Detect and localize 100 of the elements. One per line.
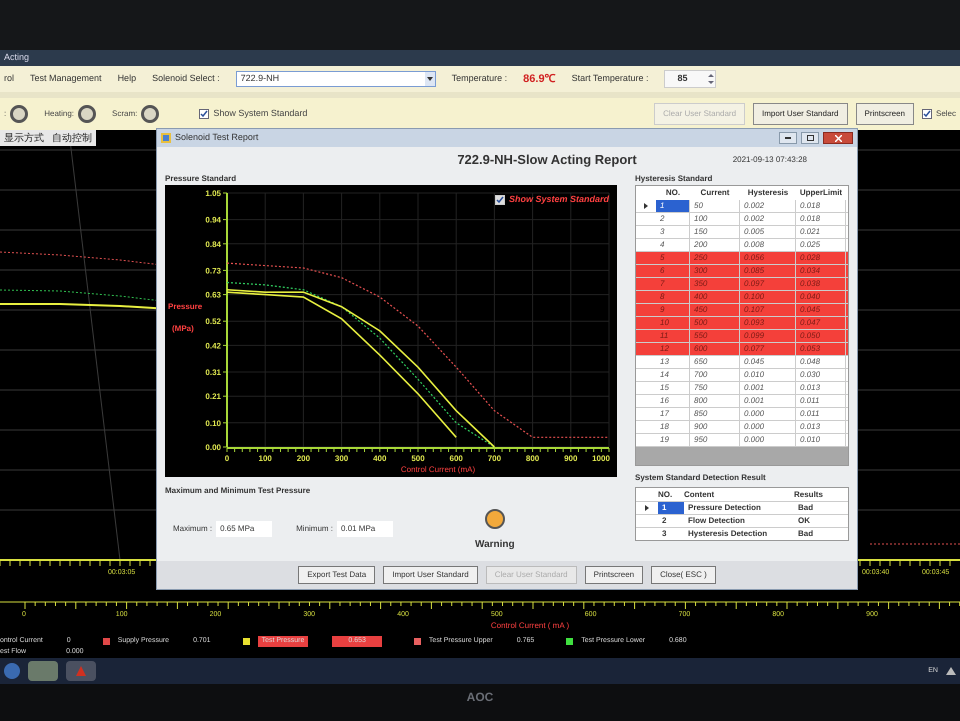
table-cell-text: OK [797,515,811,527]
minimum-label: Minimum : [296,522,334,534]
maximum-label: Maximum : [173,522,212,534]
table-cell: 11 [656,330,690,342]
table-cell-text: Bad [797,502,814,514]
table-cell: 50 [690,200,740,212]
table-cell: 10 [656,317,690,329]
table-cell: 900 [690,421,740,433]
table-cell: 1 [658,502,684,514]
table-cell: 0.013 [796,421,846,433]
table-cell: 450 [690,304,740,316]
table-cell: 0.000 [740,434,796,446]
indicator-label: : [4,108,6,120]
table-cell: 0.021 [796,226,846,238]
table-cell: 0.025 [796,239,846,251]
table-cell: 7 [656,278,690,290]
temperature-label: Temperature : [452,72,508,86]
section-title: Hysteresis Standard [635,173,714,185]
section-title: System Standard Detection Result [635,472,767,484]
table-cell: 500 [690,317,740,329]
y-tick-label: 0.00 [205,443,221,452]
table-cell: 0.053 [796,343,846,355]
table-cell: 0.010 [740,369,796,381]
y-tick-label: 0.73 [205,266,221,276]
table-cell: 0.011 [796,408,846,420]
y-tick-label: 0.94 [205,216,221,225]
table-cell: 16 [656,395,690,407]
table-cell: 5 [656,252,690,264]
column-header: NO. [658,488,674,500]
table-cell: 750 [690,382,740,394]
table-cell: 0.005 [740,226,796,238]
table-cell: 0.085 [740,265,796,277]
table-cell: 0.010 [796,434,846,446]
table-cell: 850 [690,408,740,420]
table-cell: 0.030 [796,369,846,381]
table-cell: 18 [656,421,690,433]
table-cell: 0.000 [740,421,796,433]
table-cell: 12 [656,343,690,355]
y-tick-label: 0.84 [205,240,221,249]
table-cell: 2 [656,213,690,225]
select-label: Selec [936,108,956,120]
x-tick-label: 900 [564,454,578,463]
x-tick-label: 1000 [592,454,610,463]
table-cell: 15 [656,382,690,394]
table-cell: 8 [656,291,690,303]
column-header: Hysteresis [746,187,790,199]
table-cell: 0.013 [796,382,846,394]
indicator-label: Scram: [112,108,138,120]
temperature-value: 86.9℃ [523,72,556,87]
y-tick-label: 0.21 [205,392,221,402]
report-title: 722.9-NH-Slow Acting Report [457,151,637,170]
table-cell: 0.001 [740,395,796,407]
table-cell-text: Pressure Detection [687,502,762,514]
table-cell: 0.001 [740,382,796,394]
table-cell: 19 [656,434,690,446]
table-cell: 0.107 [740,304,796,316]
x-axis-label: Control Current (mA) [400,465,476,474]
table-cell-text: Flow Detection [687,515,746,527]
table-cell: 150 [690,226,740,238]
table-cell: 0.097 [740,278,796,290]
y-tick-label: 0.31 [205,368,221,377]
table-cell: 0.050 [796,330,846,342]
x-tick-label: 500 [411,454,425,463]
table-cell: 100 [690,213,740,225]
table-cell: 0.028 [796,252,846,264]
table-cell-text: Hysteresis Detection [687,528,768,540]
table-cell: 0.056 [740,252,796,264]
column-header: Current [700,187,730,199]
table-cell: 0.045 [796,304,846,316]
x-tick-label: 0 [224,454,230,463]
section-title: Maximum and Minimum Test Pressure [165,485,312,497]
y-tick-label: 0.63 [205,290,221,300]
table-cell: 0.002 [740,213,796,225]
table-cell: 200 [690,239,740,251]
table-cell: 0.002 [740,200,796,212]
table-cell: 800 [690,395,740,407]
x-tick-label: 700 [488,454,502,463]
table-cell: 0.038 [796,278,846,290]
table-cell: 0.099 [740,330,796,342]
table-cell: 0.077 [740,343,796,355]
table-cell: 6 [656,265,690,277]
table-cell: 1 [656,200,690,212]
x-tick-label: 100 [258,454,272,463]
section-title: Pressure Standard [165,173,238,185]
table-cell-text: 2 [661,515,668,527]
table-cell: 0.047 [796,317,846,329]
x-tick-label: 300 [334,454,348,463]
table-cell: 13 [656,356,690,368]
table-cell: 700 [690,369,740,381]
column-header: Content [684,488,716,500]
table-cell: 9 [656,304,690,316]
table-cell-text: Bad [797,528,814,540]
solenoid-select-label: Solenoid Select : [152,72,220,86]
column-header: UpperLimit [798,187,844,199]
x-tick-label: 200 [296,454,310,463]
report-timestamp: 2021-09-13 07:43:28 [732,154,807,166]
x-tick-label: 600 [450,454,463,463]
control-mode-label: 自动控制 [52,132,92,146]
table-cell: 0.034 [796,265,846,277]
table-cell: 0.048 [796,356,846,368]
